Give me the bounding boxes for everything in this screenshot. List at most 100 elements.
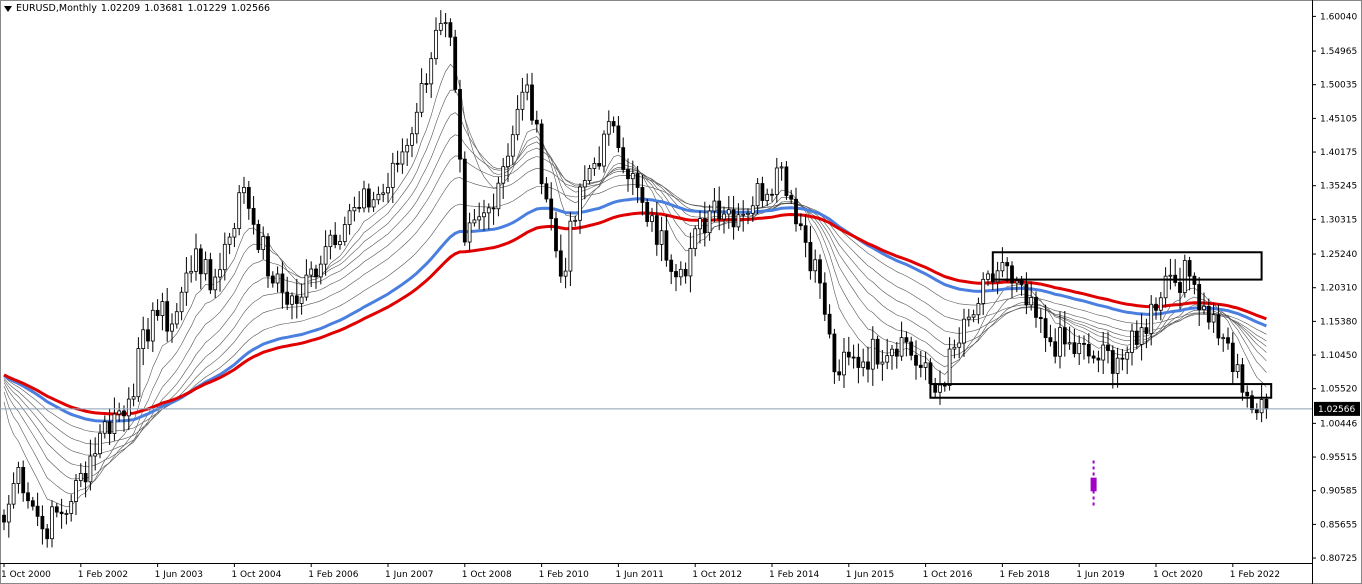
candle-body: [664, 230, 669, 261]
low-value: 1.01229: [187, 3, 227, 14]
candle-body: [966, 316, 971, 320]
candle-body: [688, 248, 693, 277]
candle-body: [789, 195, 794, 200]
candle-body: [11, 483, 16, 505]
candle-body: [261, 236, 266, 250]
candle-body: [30, 500, 35, 507]
candle-body: [1101, 344, 1106, 361]
candle-body: [122, 410, 126, 417]
open-value: 1.02209: [100, 3, 141, 14]
candle-body: [1053, 341, 1058, 357]
candle-body: [160, 301, 165, 317]
moving-average-blue-80: [3, 197, 1268, 423]
candle-body: [534, 119, 539, 125]
candle-body: [616, 125, 621, 149]
moving-average-thin-60: [3, 184, 1267, 433]
candle-body: [347, 210, 352, 225]
candle-body: [2, 514, 6, 523]
candle-body: [981, 278, 986, 304]
candle-body: [760, 183, 765, 201]
candle-body: [808, 241, 813, 272]
candle-body: [640, 187, 645, 203]
candle-body: [837, 371, 842, 376]
candle-body: [16, 466, 21, 484]
candle-body: [750, 205, 755, 214]
candle-body: [587, 168, 592, 181]
candle-body: [78, 472, 83, 481]
chart-canvas[interactable]: 1.60040 1.54965 1.50035 1.45105 1.40175 1.352…: [0, 0, 1362, 584]
candle-body: [717, 200, 722, 220]
candle-body: [1154, 303, 1158, 311]
candle-body: [842, 351, 846, 376]
y-tick-label: 1.35245: [1320, 182, 1357, 192]
candle-body: [458, 89, 462, 160]
candle-body: [822, 282, 827, 315]
x-tick-label: 1 Jun 2003: [155, 570, 203, 580]
candle-body: [318, 263, 323, 278]
candle-body: [400, 151, 405, 165]
candle-body: [1086, 343, 1091, 357]
candle-body: [539, 123, 544, 185]
candle-body: [602, 133, 606, 167]
candle-body: [174, 311, 179, 325]
candle-body: [1206, 305, 1211, 323]
candle-body: [222, 243, 227, 271]
candle-body: [246, 186, 251, 209]
candle-body: [621, 147, 626, 170]
symbol-label: EURUSD,Monthly: [16, 3, 97, 14]
candle-body: [448, 22, 453, 38]
candle-body: [309, 268, 314, 276]
candle-body: [165, 301, 170, 332]
candle-body: [131, 396, 136, 400]
candle-body: [1158, 297, 1163, 311]
candle-body: [1043, 318, 1048, 339]
x-tick-label: 1 Oct 2012: [692, 570, 742, 580]
x-tick-label: 1 Feb 2018: [999, 570, 1050, 580]
candle-body: [1216, 314, 1221, 339]
candle-body: [290, 295, 294, 305]
x-tick-label: 1 Feb 2010: [539, 570, 590, 580]
candle-body: [150, 309, 155, 342]
y-tick-label: 1.45105: [1320, 114, 1357, 124]
candle-body: [1067, 342, 1072, 345]
candle-body: [827, 313, 832, 335]
candle-body: [453, 36, 458, 90]
candle-body: [410, 133, 414, 146]
candle-body: [779, 166, 784, 169]
close-value: 1.02566: [230, 3, 271, 14]
candle-body: [520, 91, 525, 110]
candle-body: [635, 173, 640, 188]
candle-body: [1187, 260, 1192, 277]
candle-body: [486, 207, 491, 214]
candle-body: [1139, 327, 1144, 345]
candle-body: [50, 506, 54, 540]
candle-body: [899, 337, 904, 357]
candle-body: [342, 224, 347, 242]
candle-body: [429, 58, 434, 85]
candle-body: [1038, 317, 1043, 319]
candle-body: [299, 296, 304, 304]
candle-body: [794, 198, 798, 225]
outer-frame: [0, 0, 1362, 584]
candle-body: [366, 188, 371, 208]
dropdown-triangle-icon[interactable]: [4, 5, 12, 12]
candle-body: [765, 193, 770, 201]
candle-body: [1226, 337, 1230, 344]
candle-body: [957, 342, 962, 348]
candle-body: [314, 268, 318, 278]
candle-body: [1197, 284, 1202, 311]
candle-body: [381, 192, 386, 195]
indicator-marker-block: [1090, 477, 1097, 492]
zone-rectangle-1[interactable]: [991, 251, 1263, 281]
x-tick-label: 1 Jun 2019: [1076, 570, 1125, 580]
chart-window: 1.60040 1.54965 1.50035 1.45105 1.40175 1.352…: [0, 0, 1362, 584]
candle-body: [434, 29, 438, 60]
candle-body: [755, 183, 760, 207]
candle-body: [74, 480, 78, 502]
zone-rectangle-2[interactable]: [929, 383, 1273, 399]
candle-body: [462, 158, 467, 243]
candle-body: [832, 333, 837, 373]
candle-body: [218, 269, 222, 278]
candle-body: [544, 183, 549, 200]
high-value: 1.03681: [144, 3, 184, 14]
